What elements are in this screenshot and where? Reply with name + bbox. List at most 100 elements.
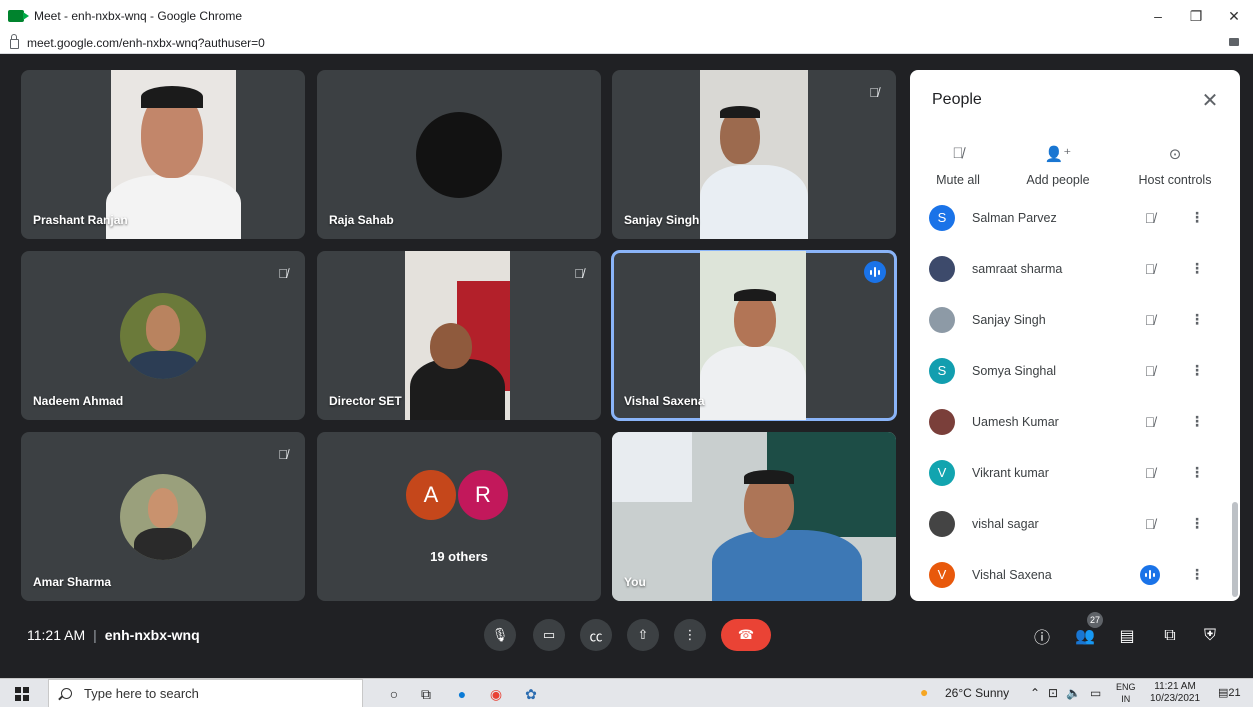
people-panel: People ✕ 🎙̸ Mute all 👤⁺ Add people ⊙ Hos… bbox=[910, 70, 1240, 601]
avatar: V bbox=[929, 561, 955, 588]
self-tile[interactable]: You bbox=[612, 432, 896, 601]
weather-text[interactable]: 26°C Sunny bbox=[945, 686, 1009, 700]
mic-off-icon: 🎙̸ bbox=[1144, 260, 1156, 277]
microphone-button[interactable]: 🎙 bbox=[484, 619, 516, 651]
add-people-label: Add people bbox=[1026, 173, 1090, 187]
more-options-icon[interactable]: ⋮ bbox=[1190, 209, 1204, 226]
chat-icon[interactable]: ▤ bbox=[1115, 624, 1139, 648]
panel-actions: 🎙̸ Mute all 👤⁺ Add people ⊙ Host control… bbox=[910, 145, 1240, 195]
participant-tile-prashant[interactable]: Prashant Ranjan bbox=[21, 70, 305, 239]
weather-icon[interactable]: ● bbox=[920, 684, 928, 700]
mic-off-icon: 🎙̸ bbox=[952, 145, 964, 162]
camera-in-use-icon[interactable] bbox=[1229, 38, 1239, 46]
participant-name: Somya Singhal bbox=[972, 363, 1057, 378]
participant-list-item[interactable]: Sanjay Singh 🎙̸ ⋮ bbox=[910, 294, 1222, 345]
url-text[interactable]: meet.google.com/enh-nxbx-wnq?authuser=0 bbox=[27, 36, 265, 50]
avatar bbox=[929, 306, 955, 333]
participant-video bbox=[700, 70, 808, 239]
participant-name: Uamesh Kumar bbox=[972, 414, 1059, 429]
others-tile[interactable]: A R 19 others bbox=[317, 432, 601, 601]
more-options-icon[interactable]: ⋮ bbox=[1190, 311, 1204, 328]
taskbar-search[interactable]: Type here to search bbox=[48, 679, 363, 707]
more-options-icon[interactable]: ⋮ bbox=[1190, 413, 1204, 430]
participant-name: Nadeem Ahmad bbox=[33, 394, 124, 408]
participant-tile-nadeem[interactable]: 🎙̸ Nadeem Ahmad bbox=[21, 251, 305, 420]
host-controls-button[interactable]: ⊙ Host controls bbox=[1130, 145, 1220, 187]
battery-icon[interactable]: ▭ bbox=[1090, 686, 1101, 700]
avatar: S bbox=[929, 204, 955, 231]
participant-tile-vishal-saxena[interactable]: Vishal Saxena bbox=[611, 250, 897, 421]
close-window-button[interactable]: ✕ bbox=[1215, 0, 1253, 32]
participant-list-item[interactable]: samraat sharma 🎙̸ ⋮ bbox=[910, 243, 1222, 294]
more-options-icon[interactable]: ⋮ bbox=[1190, 566, 1204, 583]
lock-icon[interactable] bbox=[10, 34, 19, 49]
taskbar-clock[interactable]: 11:21 AM 10/23/2021 bbox=[1150, 681, 1200, 705]
minimize-button[interactable]: – bbox=[1139, 0, 1177, 32]
speaking-indicator-icon bbox=[864, 261, 886, 283]
panel-title: People bbox=[932, 91, 982, 108]
participant-video bbox=[700, 251, 806, 420]
participant-name: Sanjay Singh bbox=[972, 312, 1046, 327]
mic-off-icon: 🎙̸ bbox=[1144, 464, 1156, 481]
search-placeholder: Type here to search bbox=[84, 686, 199, 701]
address-bar[interactable]: meet.google.com/enh-nxbx-wnq?authuser=0 bbox=[0, 32, 1253, 54]
mic-off-icon: 🎙̸ bbox=[1144, 311, 1156, 328]
captions-button[interactable]: ㏄ bbox=[580, 619, 612, 651]
end-call-button[interactable]: ☎ bbox=[721, 619, 771, 651]
close-panel-button[interactable]: ✕ bbox=[1198, 88, 1222, 112]
participant-list-item[interactable]: vishal sagar 🎙̸ ⋮ bbox=[910, 498, 1222, 549]
host-controls-icon[interactable]: ⛨ bbox=[1198, 624, 1222, 648]
meeting-details-icon[interactable]: ⓘ bbox=[1030, 624, 1054, 648]
host-controls-label: Host controls bbox=[1138, 173, 1212, 187]
mute-all-button[interactable]: 🎙̸ Mute all bbox=[932, 145, 984, 187]
separator: | bbox=[93, 627, 97, 643]
participant-count-badge: 27 bbox=[1087, 612, 1103, 628]
participant-tile-amar[interactable]: 🎙̸ Amar Sharma bbox=[21, 432, 305, 601]
participant-list-item[interactable]: Uamesh Kumar 🎙̸ ⋮ bbox=[910, 396, 1222, 447]
notification-icon[interactable]: ▤21 bbox=[1218, 686, 1241, 699]
panel-scrollbar[interactable] bbox=[1232, 502, 1238, 597]
avatar: S bbox=[929, 357, 955, 384]
more-options-icon[interactable]: ⋮ bbox=[1190, 464, 1204, 481]
more-options-icon[interactable]: ⋮ bbox=[1190, 260, 1204, 277]
mic-off-icon: 🎙̸ bbox=[278, 446, 288, 462]
camera-button[interactable]: ▭ bbox=[533, 619, 565, 651]
present-button[interactable]: ⇧ bbox=[627, 619, 659, 651]
add-people-button[interactable]: 👤⁺ Add people bbox=[1020, 145, 1096, 187]
participant-list-item[interactable]: V Vishal Saxena ⋮ bbox=[910, 549, 1222, 600]
activities-icon[interactable]: ⧉ bbox=[1158, 624, 1182, 648]
add-person-icon: 👤⁺ bbox=[1044, 146, 1072, 163]
windows-taskbar: Type here to search ○ ⧉ ● ◉ ✿ ● 26°C Sun… bbox=[0, 678, 1253, 707]
participant-name: Prashant Ranjan bbox=[33, 213, 128, 227]
network-icon[interactable]: ⊡ bbox=[1048, 686, 1058, 700]
more-options-icon[interactable]: ⋮ bbox=[1190, 515, 1204, 532]
more-options-icon[interactable]: ⋮ bbox=[1190, 362, 1204, 379]
participant-list-item[interactable]: S Salman Parvez 🎙̸ ⋮ bbox=[910, 192, 1222, 243]
restore-button[interactable]: ❐ bbox=[1177, 0, 1215, 32]
language-indicator[interactable]: ENG IN bbox=[1116, 681, 1136, 705]
avatar bbox=[929, 510, 955, 537]
edge-icon[interactable]: ● bbox=[451, 683, 473, 705]
meeting-time: 11:21 AM bbox=[27, 627, 86, 643]
meeting-code: enh-nxbx-wnq bbox=[104, 627, 200, 643]
participant-tile-raja[interactable]: Raja Sahab bbox=[317, 70, 601, 239]
participant-tile-director[interactable]: 🎙̸ Director SET bbox=[317, 251, 601, 420]
participant-tile-sanjay[interactable]: 🎙̸ Sanjay Singh bbox=[612, 70, 896, 239]
more-options-button[interactable]: ⋮ bbox=[674, 619, 706, 651]
avatar: R bbox=[456, 468, 510, 522]
task-view-icon[interactable]: ⧉ bbox=[415, 683, 437, 705]
speaking-indicator-icon bbox=[1140, 564, 1160, 585]
volume-icon[interactable]: 🔈 bbox=[1066, 686, 1081, 700]
windows-start-icon[interactable] bbox=[15, 687, 29, 701]
avatar bbox=[929, 255, 955, 282]
participant-list-item[interactable]: V Vikrant kumar 🎙̸ ⋮ bbox=[910, 447, 1222, 498]
participant-list-item[interactable]: S Somya Singhal 🎙̸ ⋮ bbox=[910, 345, 1222, 396]
mic-off-icon: 🎙̸ bbox=[1144, 209, 1156, 226]
chrome-icon[interactable]: ◉ bbox=[485, 683, 507, 705]
chevron-up-icon[interactable]: ⌃ bbox=[1030, 686, 1040, 700]
cortana-icon[interactable]: ○ bbox=[383, 683, 405, 705]
participant-video bbox=[405, 251, 510, 420]
avatar bbox=[120, 293, 206, 379]
app-icon[interactable]: ✿ bbox=[520, 683, 542, 705]
participant-name: Vikrant kumar bbox=[972, 465, 1049, 480]
